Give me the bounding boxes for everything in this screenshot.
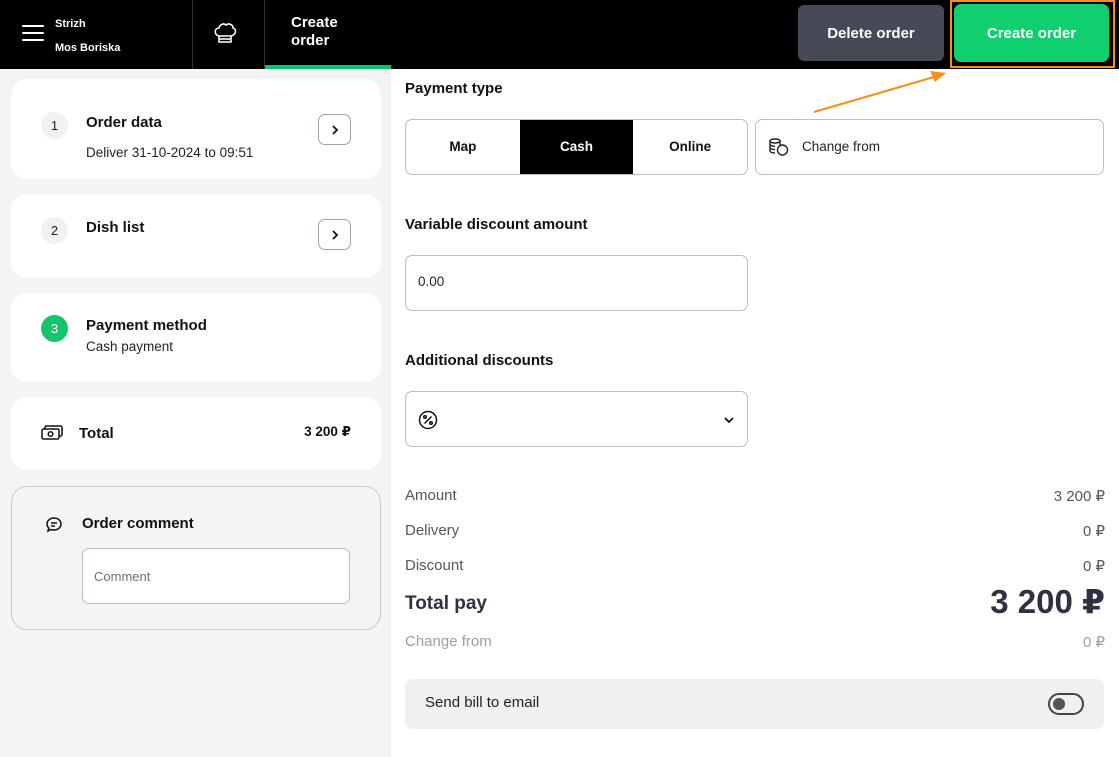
- percent-badge-icon: [418, 410, 438, 430]
- step-title: Payment method: [86, 317, 207, 334]
- chevron-right-icon: [332, 125, 339, 135]
- step-card-order-data[interactable]: 1 Order data Deliver 31-10-2024 to 09:51: [11, 79, 381, 179]
- step-subtitle: Cash payment: [86, 339, 174, 354]
- variable-discount-title: Variable discount amount: [405, 216, 588, 233]
- store-location: Mos Boriska: [55, 42, 121, 54]
- chat-bubble-icon: [46, 517, 62, 533]
- comment-title: Order comment: [82, 515, 194, 532]
- tab-create-order[interactable]: Create order: [265, 0, 391, 69]
- step-number: 3: [41, 315, 68, 342]
- step-subtitle: Deliver 31-10-2024 to 09:51: [86, 145, 254, 160]
- delivery-value: 0 ₽: [1082, 523, 1105, 540]
- step-card-dish-list[interactable]: 2 Dish list: [11, 195, 381, 277]
- total-pay-label: Total pay: [405, 593, 487, 614]
- amount-value: 3 200 ₽: [1053, 488, 1105, 505]
- banknote-icon: [41, 425, 63, 440]
- total-amount: 3 200 ₽: [304, 424, 351, 439]
- total-card: Total 3 200 ₽: [11, 397, 381, 470]
- variable-discount-field[interactable]: [405, 255, 748, 311]
- payment-type-selector: Map Cash Online: [405, 119, 748, 175]
- total-label: Total: [79, 425, 114, 442]
- discount-label: Discount: [405, 557, 464, 574]
- variable-discount-input[interactable]: [418, 274, 718, 289]
- comment-input[interactable]: [82, 548, 350, 604]
- tab-create-order-label: Create order: [291, 14, 338, 49]
- chevron-right-icon: [332, 230, 339, 240]
- step-title: Order data: [86, 114, 162, 131]
- delete-order-button[interactable]: Delete order: [798, 5, 944, 61]
- step-number: 1: [41, 112, 68, 139]
- coins-icon: [769, 138, 789, 156]
- total-pay-value: 3 200 ₽: [990, 583, 1105, 620]
- store-name: Strizh: [55, 18, 86, 30]
- chef-hat-icon[interactable]: [212, 20, 238, 46]
- open-dish-list-button[interactable]: [318, 219, 351, 250]
- top-bar: Strizh Mos Boriska Create order Delete o…: [0, 0, 1119, 69]
- delivery-label: Delivery: [405, 522, 460, 539]
- steps-panel: 1 Order data Deliver 31-10-2024 to 09:51…: [0, 69, 391, 757]
- payment-option-map[interactable]: Map: [406, 120, 520, 174]
- step-title: Dish list: [86, 219, 145, 236]
- step-card-payment-method[interactable]: 3 Payment method Cash payment: [11, 293, 381, 381]
- change-from-placeholder: Change from: [802, 139, 881, 154]
- step-number: 2: [41, 217, 68, 244]
- store-info: Strizh Mos Boriska: [55, 12, 120, 60]
- change-from-field[interactable]: Change from: [755, 119, 1104, 175]
- change-from-label: Change from: [405, 633, 492, 650]
- payment-type-title: Payment type: [405, 80, 503, 97]
- send-bill-email-row: Send bill to email: [405, 679, 1104, 729]
- send-bill-toggle[interactable]: [1048, 693, 1084, 715]
- payment-option-cash[interactable]: Cash: [519, 120, 634, 174]
- additional-discounts-select[interactable]: [405, 391, 748, 447]
- create-order-button[interactable]: Create order: [954, 4, 1109, 62]
- discount-value: 0 ₽: [1082, 558, 1105, 575]
- open-order-data-button[interactable]: [318, 114, 351, 145]
- change-from-value: 0 ₽: [1082, 634, 1105, 651]
- additional-discounts-title: Additional discounts: [405, 352, 554, 369]
- order-comment-card: Order comment: [11, 486, 381, 630]
- amount-label: Amount: [405, 487, 457, 504]
- hamburger-menu-icon[interactable]: [22, 25, 44, 41]
- send-bill-label: Send bill to email: [425, 694, 540, 711]
- payment-option-online[interactable]: Online: [633, 120, 747, 174]
- payment-panel: Payment type Map Cash Online Change from…: [391, 69, 1119, 757]
- divider: [192, 0, 193, 69]
- chevron-down-icon: [724, 417, 734, 424]
